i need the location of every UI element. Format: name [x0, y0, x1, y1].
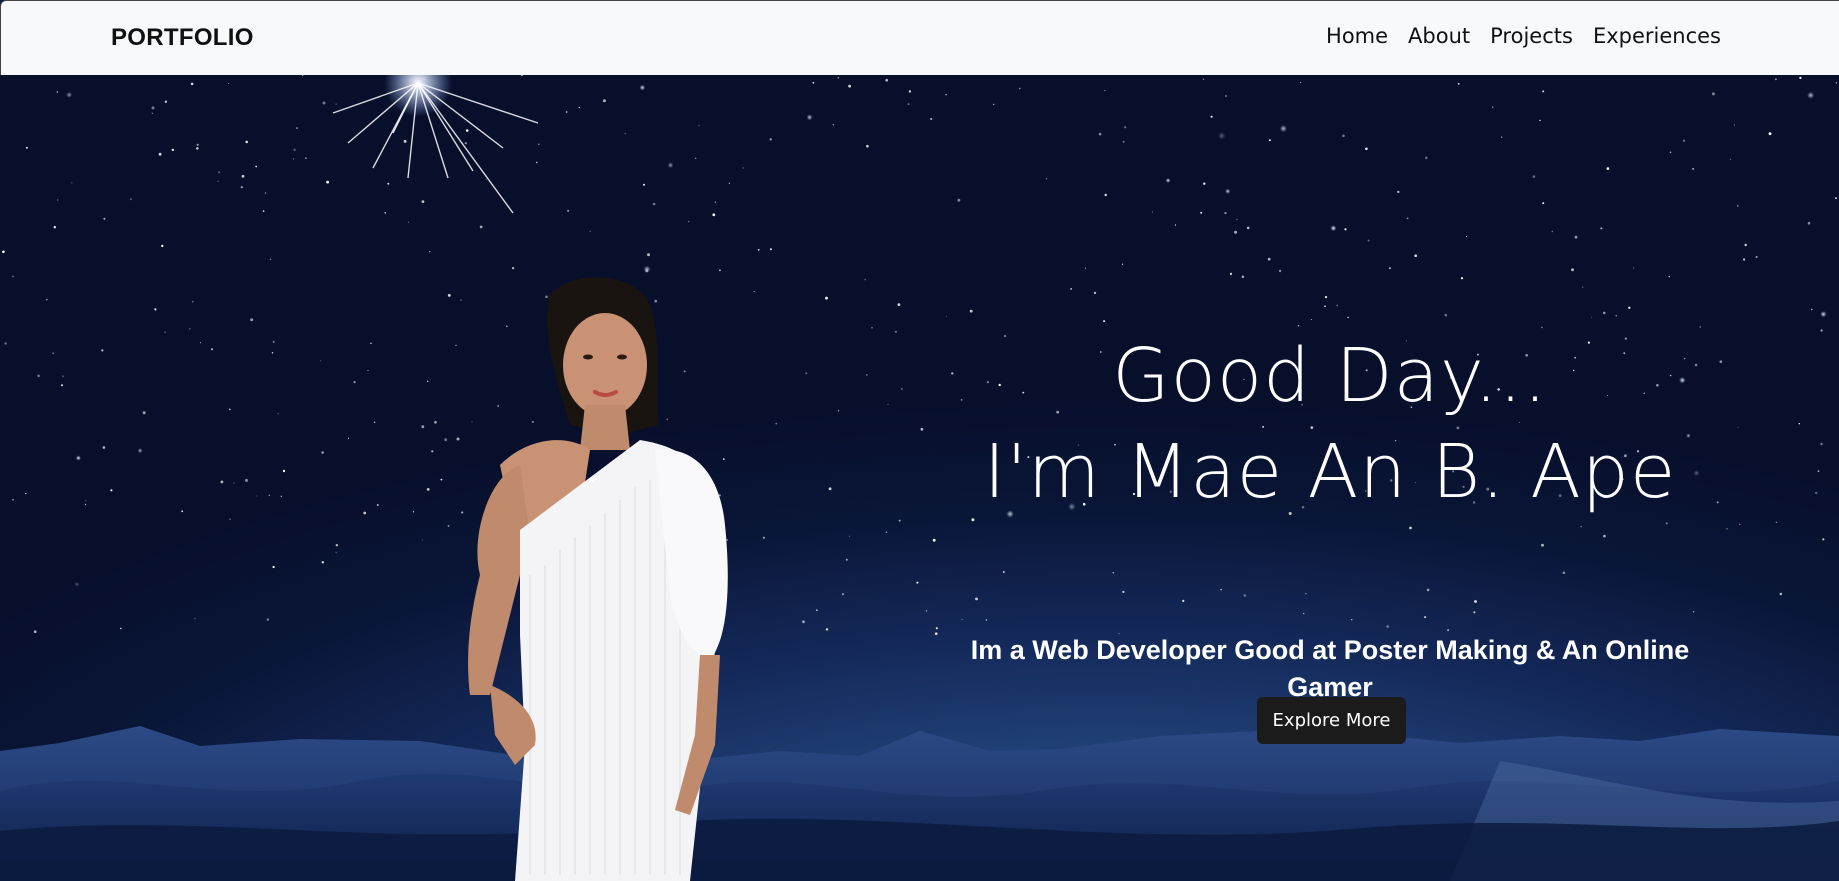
nav-link-home[interactable]: Home	[1326, 24, 1388, 48]
hero-section: Good Day... I'm Mae An B. Ape Im a Web D…	[0, 75, 1839, 881]
nav-link-experiences[interactable]: Experiences	[1593, 24, 1721, 48]
name-text: I'm Mae An B. Ape	[983, 429, 1677, 515]
greeting-text: Good Day...	[1112, 333, 1548, 419]
profile-portrait	[468, 277, 728, 881]
nav-links: Home About Projects Experiences	[1326, 24, 1721, 48]
nav-link-about[interactable]: About	[1408, 24, 1470, 48]
brand-logo[interactable]: PORTFOLIO	[111, 24, 254, 52]
explore-more-button[interactable]: Explore More	[1257, 697, 1406, 744]
navbar: PORTFOLIO Home About Projects Experience…	[0, 0, 1839, 75]
nav-link-projects[interactable]: Projects	[1490, 24, 1573, 48]
star-flare	[332, 75, 539, 214]
hero-headline: Good Day... I'm Mae An B. Ape	[880, 328, 1780, 520]
desert-dunes	[0, 726, 1839, 881]
hero-subtitle: Im a Web Developer Good at Poster Making…	[970, 635, 1690, 702]
